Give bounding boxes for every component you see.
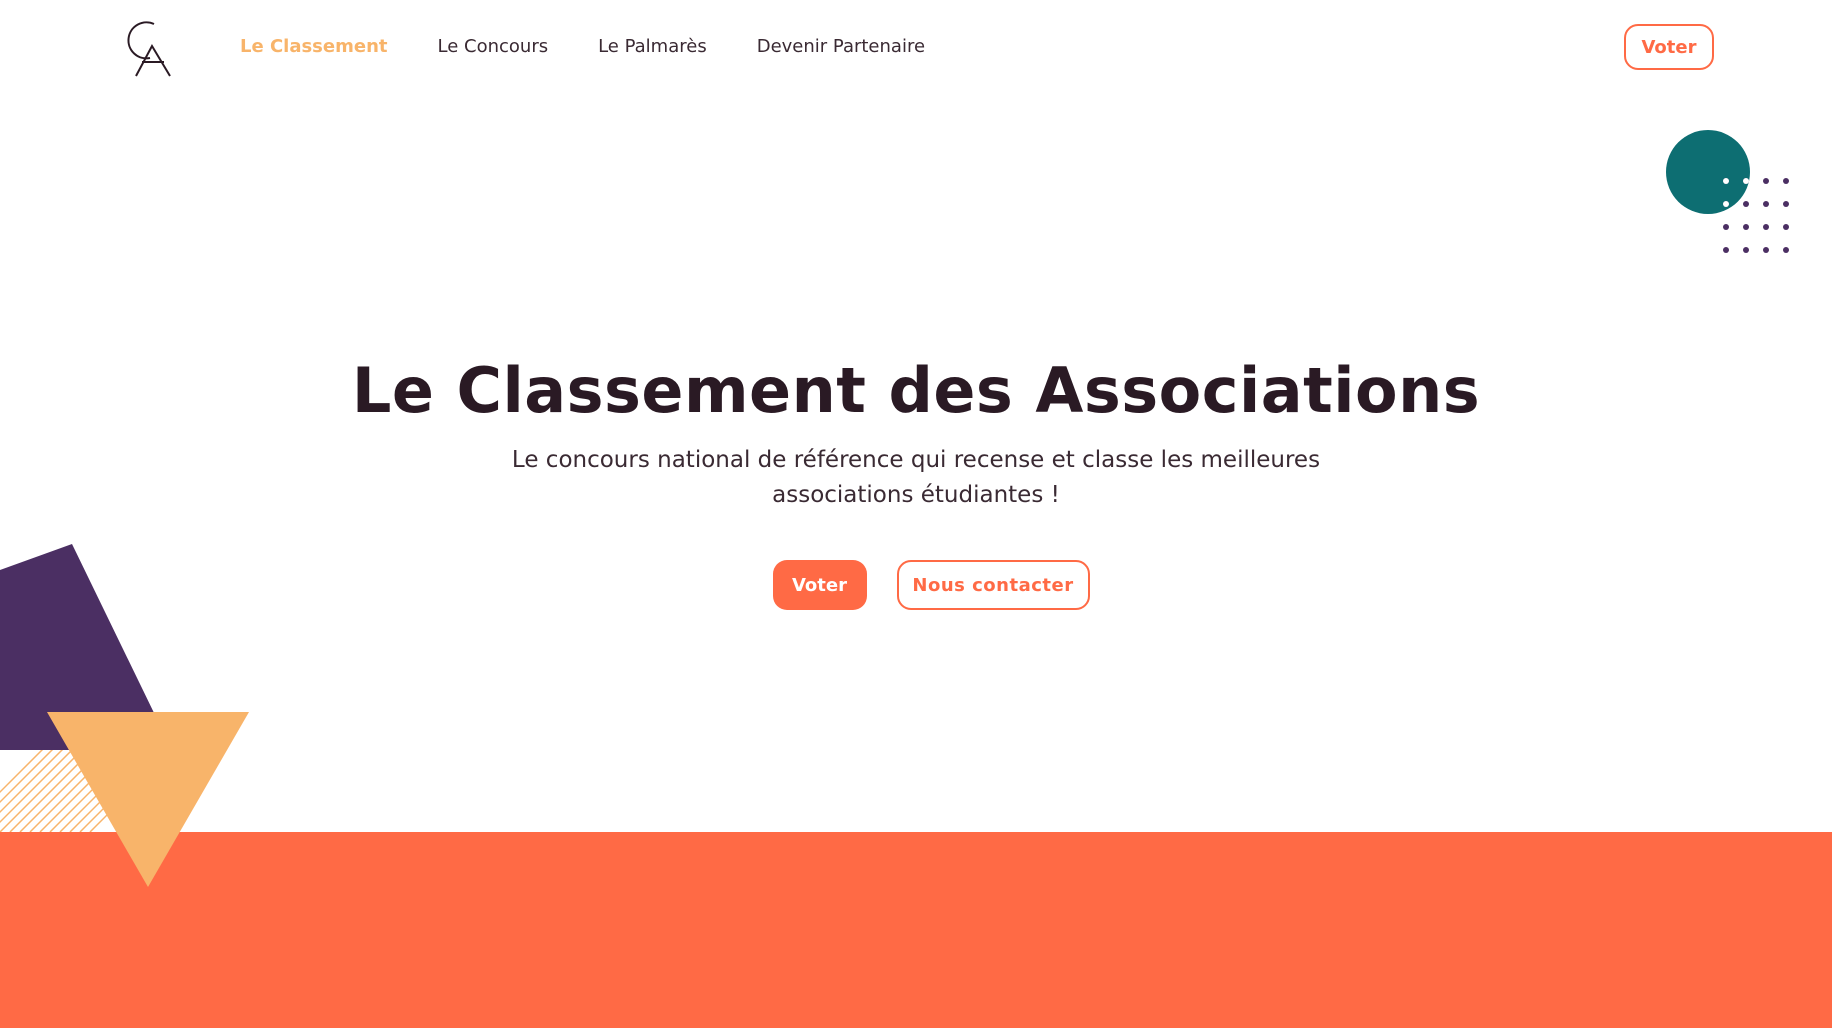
header-vote-button[interactable]: Voter	[1624, 24, 1714, 70]
nav-devenir-partenaire[interactable]: Devenir Partenaire	[757, 36, 925, 57]
decorative-circle-dots-icon	[1666, 130, 1789, 253]
contact-button[interactable]: Nous contacter	[896, 560, 1090, 610]
main-navigation: Le Classement Le Concours Le Palmarès De…	[240, 36, 975, 57]
decorative-triangles-icon	[0, 544, 249, 887]
site-header: Le Classement Le Concours Le Palmarès De…	[0, 0, 1832, 100]
nav-le-classement[interactable]: Le Classement	[240, 36, 388, 57]
hero-vote-button[interactable]: Voter	[772, 560, 867, 610]
hero-buttons: Voter Nous contacter	[0, 560, 1832, 610]
ca-logo-icon[interactable]	[124, 18, 174, 80]
hero-subtitle: Le concours national de référence qui re…	[511, 447, 1321, 508]
nav-le-palmares[interactable]: Le Palmarès	[598, 36, 707, 57]
nav-le-concours[interactable]: Le Concours	[438, 36, 549, 57]
hero-title: Le Classement des Associations	[351, 353, 1481, 427]
bottom-orange-band	[0, 832, 1832, 1028]
